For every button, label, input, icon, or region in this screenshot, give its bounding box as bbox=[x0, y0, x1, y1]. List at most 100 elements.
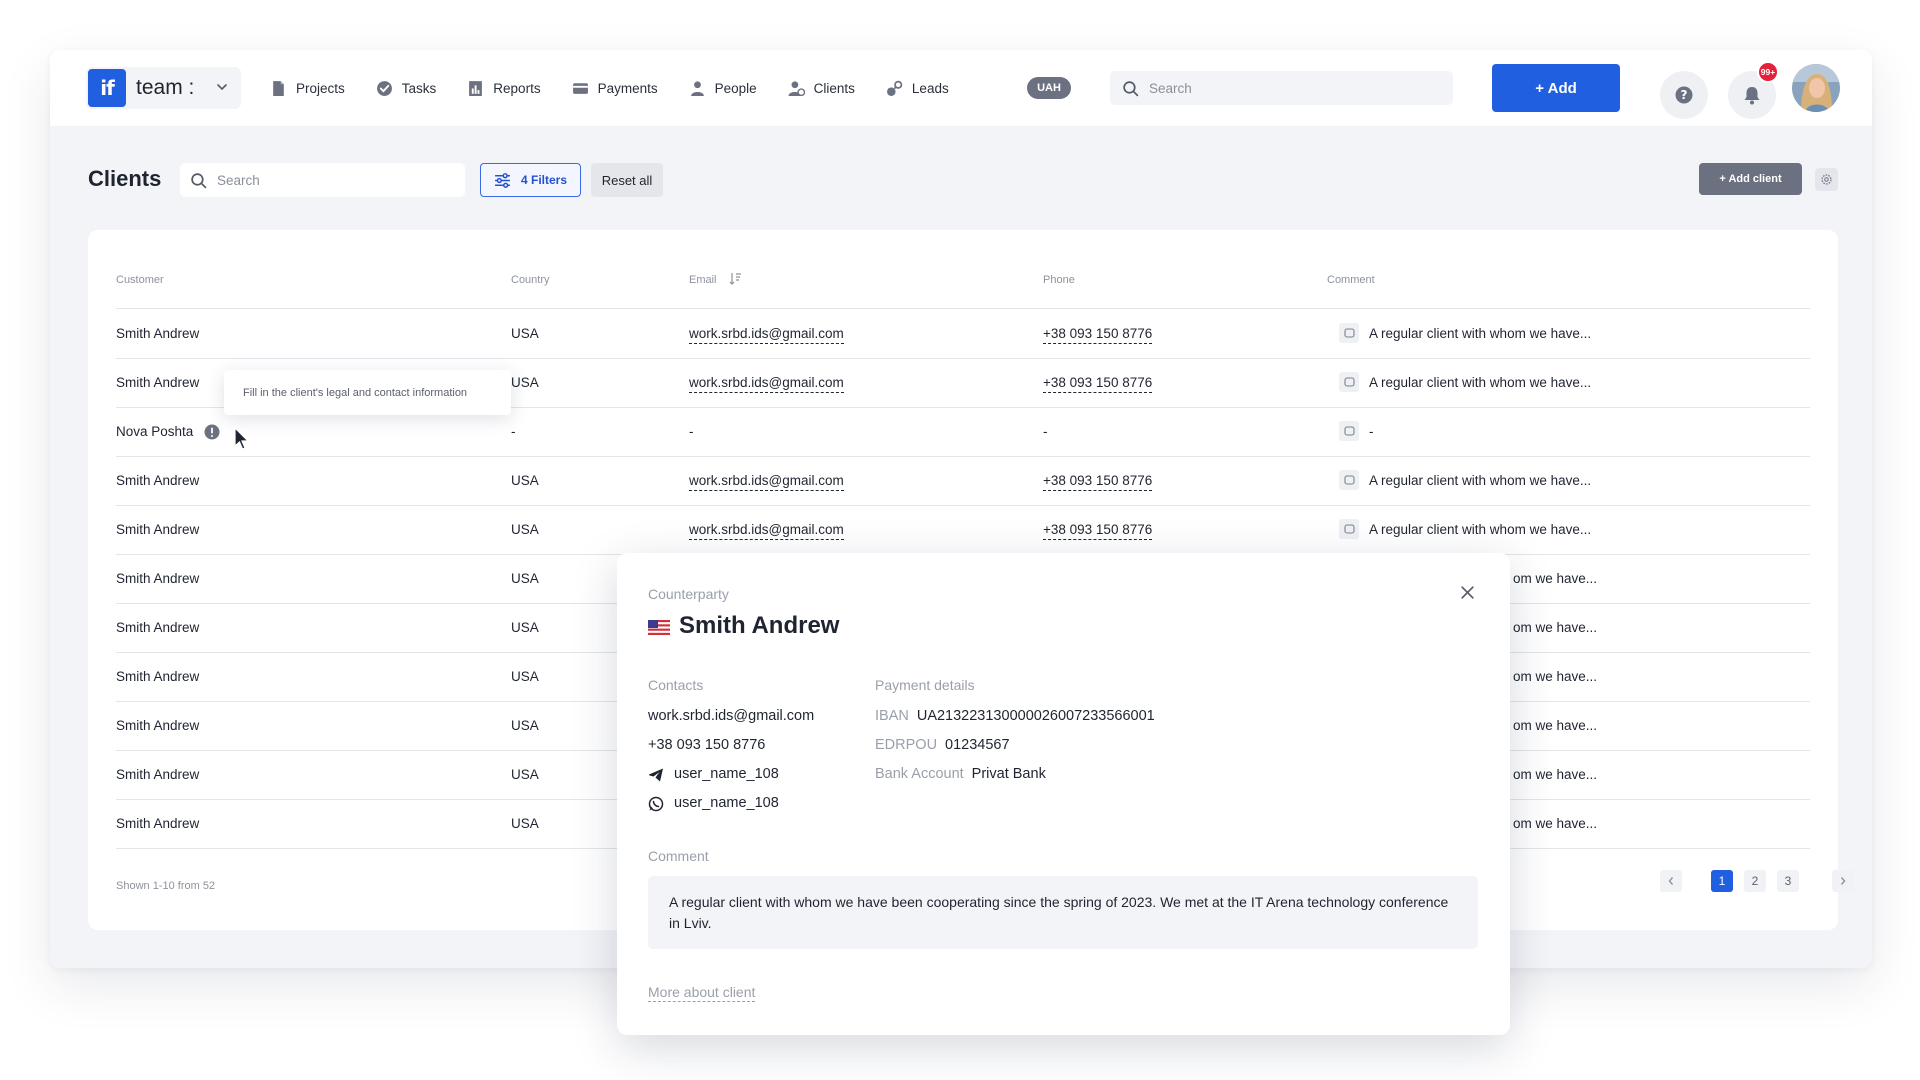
page-button-1[interactable]: 1 bbox=[1711, 870, 1733, 892]
comment-icon[interactable] bbox=[1339, 470, 1359, 490]
us-flag-icon bbox=[648, 620, 670, 635]
cell-customer: Nova Poshta bbox=[116, 424, 194, 439]
contact-phone[interactable]: +38 093 150 8776 bbox=[648, 737, 765, 753]
cell-email[interactable]: work.srbd.ids@gmail.com bbox=[689, 375, 844, 393]
page-button-2[interactable]: 2 bbox=[1744, 870, 1766, 892]
column-header-country[interactable]: Country bbox=[511, 274, 550, 286]
cell-customer: Smith Andrew bbox=[116, 669, 200, 684]
column-header-comment[interactable]: Comment bbox=[1327, 274, 1375, 286]
cell-country: USA bbox=[511, 522, 539, 537]
comment-icon[interactable] bbox=[1339, 519, 1359, 539]
nav-item-reports[interactable]: Reports bbox=[467, 80, 541, 97]
cell-country: - bbox=[511, 424, 516, 439]
cell-country: USA bbox=[511, 375, 539, 390]
user-avatar[interactable] bbox=[1792, 64, 1840, 112]
nav-item-clients[interactable]: Clients bbox=[788, 80, 855, 97]
table-row[interactable]: Smith Andrew USA work.srbd.ids@gmail.com… bbox=[116, 457, 1810, 506]
cell-phone: - bbox=[1043, 424, 1048, 439]
cell-customer: Smith Andrew bbox=[116, 473, 200, 488]
cell-country: USA bbox=[511, 326, 539, 341]
nav-item-projects[interactable]: Projects bbox=[270, 80, 345, 97]
nav-item-leads[interactable]: Leads bbox=[886, 80, 949, 97]
iban-value: UA213223130000026007233566001 bbox=[916, 708, 1155, 724]
comment-icon[interactable] bbox=[1339, 421, 1359, 441]
cell-comment: A regular client with whom we have... bbox=[1369, 375, 1592, 390]
contact-whatsapp[interactable]: user_name_108 bbox=[674, 795, 779, 811]
report-icon bbox=[469, 80, 483, 96]
mouse-cursor-icon bbox=[234, 427, 250, 450]
cell-email[interactable]: work.srbd.ids@gmail.com bbox=[689, 326, 844, 344]
top-navigation-bar: if team : Projects Tasks Reports Payment… bbox=[50, 50, 1872, 126]
currency-selector[interactable]: UAH bbox=[1027, 77, 1071, 99]
more-about-client-link[interactable]: More about client bbox=[648, 984, 756, 1002]
chevron-right-icon bbox=[1840, 877, 1846, 885]
cell-phone[interactable]: +38 093 150 8776 bbox=[1043, 522, 1153, 540]
table-settings-button[interactable] bbox=[1815, 168, 1838, 191]
nav-item-tasks[interactable]: Tasks bbox=[376, 80, 436, 97]
column-header-email[interactable]: Email bbox=[689, 274, 717, 286]
brand-logo: if bbox=[88, 69, 126, 107]
comment-icon[interactable] bbox=[1339, 323, 1359, 343]
nav-label: Clients bbox=[813, 80, 855, 96]
add-client-button[interactable]: + Add client bbox=[1699, 163, 1802, 195]
page-title: Clients bbox=[88, 166, 162, 191]
column-header-phone[interactable]: Phone bbox=[1043, 274, 1075, 286]
contact-telegram[interactable]: user_name_108 bbox=[674, 766, 779, 782]
table-row[interactable]: Smith Andrew USA work.srbd.ids@gmail.com… bbox=[116, 310, 1810, 359]
chevron-left-icon bbox=[1668, 877, 1674, 885]
document-icon bbox=[273, 80, 284, 96]
pagination-summary: Shown 1-10 from 52 bbox=[116, 880, 216, 892]
contact-email[interactable]: work.srbd.ids@gmail.com bbox=[648, 708, 814, 724]
table-row[interactable]: Smith Andrew USA work.srbd.ids@gmail.com… bbox=[116, 506, 1810, 555]
cell-comment: om we have... bbox=[1513, 718, 1598, 733]
cell-customer: Smith Andrew bbox=[116, 816, 200, 831]
nav-label: People bbox=[714, 80, 757, 96]
add-button[interactable]: + Add bbox=[1492, 64, 1620, 112]
close-icon[interactable] bbox=[1459, 584, 1476, 601]
filter-sliders-icon bbox=[495, 172, 510, 188]
global-search-input[interactable] bbox=[1149, 80, 1429, 96]
payment-bank: Bank Account Privat Bank bbox=[875, 766, 1046, 782]
cell-phone[interactable]: +38 093 150 8776 bbox=[1043, 375, 1153, 393]
reset-filters-button[interactable]: Reset all bbox=[591, 163, 663, 197]
comment-box: A regular client with whom we have been … bbox=[648, 876, 1478, 949]
prev-page-button[interactable] bbox=[1660, 870, 1682, 892]
cell-customer: Smith Andrew bbox=[116, 571, 200, 586]
nav-label: Reports bbox=[493, 80, 541, 96]
global-search[interactable] bbox=[1110, 71, 1453, 105]
brand-name: team : bbox=[136, 76, 195, 99]
page-button-3[interactable]: 3 bbox=[1777, 870, 1799, 892]
cell-comment: om we have... bbox=[1513, 816, 1598, 831]
filters-button[interactable]: 4 Filters bbox=[480, 163, 581, 197]
help-button[interactable]: ? bbox=[1660, 71, 1708, 119]
cell-country: USA bbox=[511, 571, 539, 586]
table-row[interactable]: Nova Poshta - - - - bbox=[116, 408, 1810, 457]
cell-country: USA bbox=[511, 620, 539, 635]
next-page-button[interactable] bbox=[1832, 870, 1854, 892]
workspace-switcher[interactable]: if team : bbox=[86, 67, 241, 109]
comment-icon[interactable] bbox=[1339, 372, 1359, 392]
nav-item-payments[interactable]: Payments bbox=[572, 80, 658, 97]
nav-label: Projects bbox=[296, 80, 345, 96]
column-header-customer[interactable]: Customer bbox=[116, 274, 164, 286]
help-icon: ? bbox=[1675, 86, 1693, 104]
clients-search[interactable] bbox=[180, 163, 465, 197]
cell-country: USA bbox=[511, 473, 539, 488]
cell-email[interactable]: work.srbd.ids@gmail.com bbox=[689, 522, 844, 540]
card-icon bbox=[572, 82, 588, 94]
search-icon bbox=[1123, 80, 1139, 96]
cell-comment: om we have... bbox=[1513, 767, 1598, 782]
cell-email: - bbox=[689, 424, 694, 439]
cell-phone[interactable]: +38 093 150 8776 bbox=[1043, 473, 1153, 491]
warning-info-icon[interactable] bbox=[204, 424, 220, 440]
bank-value: Privat Bank bbox=[971, 766, 1046, 782]
cell-phone[interactable]: +38 093 150 8776 bbox=[1043, 326, 1153, 344]
clients-search-input[interactable] bbox=[217, 172, 457, 188]
edrpou-key: EDRPOU bbox=[875, 737, 938, 753]
payment-details-label: Payment details bbox=[875, 677, 975, 693]
payment-iban: IBAN UA213223130000026007233566001 bbox=[875, 708, 1155, 724]
clients-icon bbox=[788, 80, 805, 96]
nav-item-people[interactable]: People bbox=[689, 80, 757, 97]
sort-icon[interactable] bbox=[729, 272, 742, 285]
cell-email[interactable]: work.srbd.ids@gmail.com bbox=[689, 473, 844, 491]
